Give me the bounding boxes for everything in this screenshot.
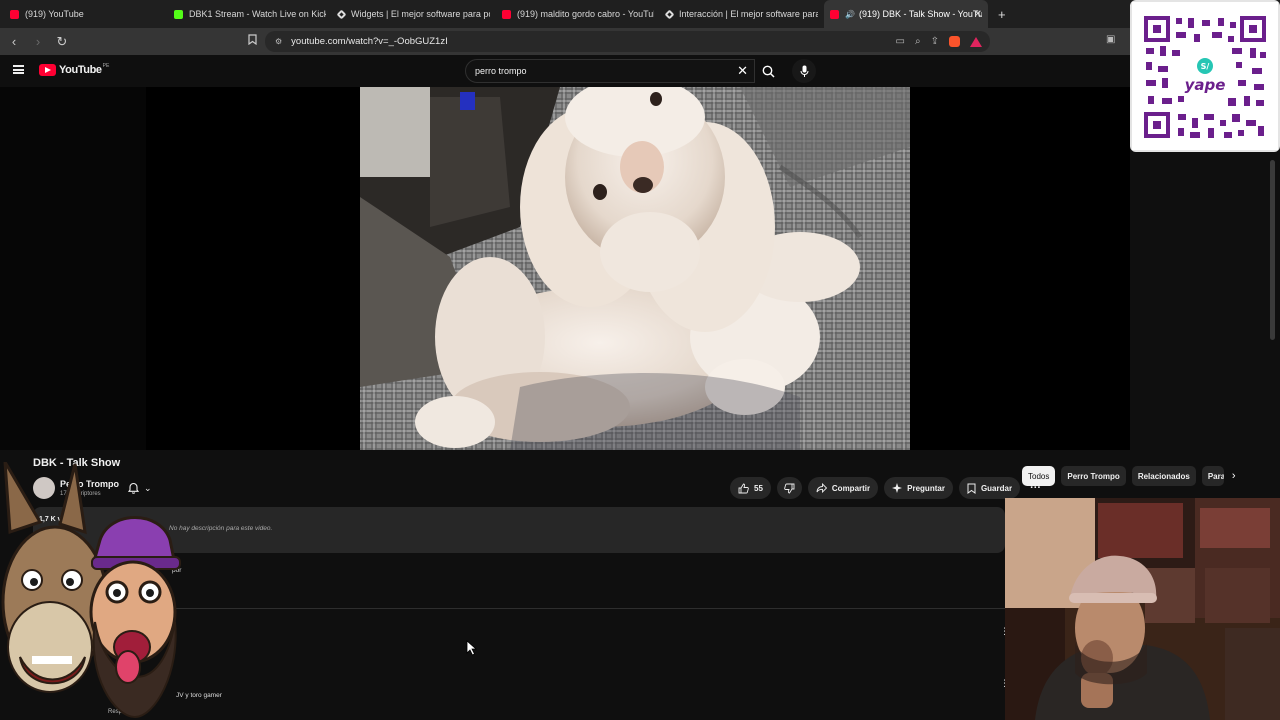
thumbs-down-icon (784, 483, 795, 493)
tab-label: Interacción | El mejor software para p (679, 9, 818, 19)
search-button[interactable] (755, 59, 781, 83)
bookmark-icon[interactable] (248, 34, 257, 48)
tab-label: Widgets | El mejor software para pot (351, 9, 490, 19)
forward-arrow-icon[interactable]: › (28, 34, 48, 49)
right-rail (1130, 152, 1280, 452)
brave-rewards-icon[interactable] (970, 36, 982, 47)
tab-close-icon[interactable]: ✕ (974, 9, 982, 20)
search-icon (762, 65, 775, 78)
url-text: youtube.com/watch?v=_-OobGUZ1zI (291, 36, 448, 47)
streamer-webcam (1005, 498, 1280, 720)
video-actions: 55 Compartir Preguntar Guardar ··· (730, 477, 1045, 499)
video-frame-poodle[interactable] (360, 87, 910, 450)
voice-search-button[interactable] (792, 59, 816, 83)
back-arrow-icon[interactable]: ‹ (4, 34, 24, 49)
bookmark-icon (967, 483, 976, 494)
youtube-favicon-icon (502, 9, 511, 19)
svg-text:S/: S/ (1201, 62, 1210, 71)
address-bar-actions: ▭ ⌕ ⇪ (896, 31, 982, 52)
browser-toolbar: ‹ › ↻ ⚙ youtube.com/watch?v=_-OobGUZ1zI … (0, 28, 1130, 55)
chip-related[interactable]: Relacionados (1131, 466, 1196, 486)
youtube-play-icon (39, 64, 56, 76)
zoom-icon[interactable]: ⌕ (915, 36, 921, 47)
donkey-mascot-overlay (0, 461, 200, 720)
page-scrollbar[interactable] (1270, 160, 1275, 340)
save-label: Guardar (980, 483, 1013, 493)
browser-tab[interactable]: DBK1 Stream - Watch Live on Kick (168, 0, 332, 28)
reload-icon[interactable]: ↻ (52, 34, 72, 50)
share-button[interactable]: Compartir (807, 477, 879, 499)
widgets-favicon-icon (664, 9, 675, 19)
ask-label: Preguntar (907, 483, 945, 493)
reader-mode-icon[interactable]: ▭ (896, 36, 905, 47)
address-bar[interactable]: ⚙ youtube.com/watch?v=_-OobGUZ1zI ▭ ⌕ ⇪ (265, 31, 990, 52)
chip-for-you[interactable]: Para ti (1201, 466, 1224, 486)
webcam-feed-image (1005, 498, 1280, 720)
tab-label: DBK1 Stream - Watch Live on Kick (189, 9, 326, 19)
tab-label: (919) maldito gordo cabro - YouTube (517, 9, 654, 19)
sidebar-toggle-icon[interactable]: ▣ (1106, 34, 1115, 45)
site-info-icon[interactable]: ⚙ (275, 37, 282, 46)
chip-all[interactable]: Todos (1022, 466, 1056, 486)
like-button[interactable]: 55 (730, 477, 771, 499)
browser-tab[interactable]: (919) YouTube (4, 0, 168, 28)
thumbs-up-icon (738, 483, 749, 493)
like-count: 55 (754, 483, 763, 493)
kick-favicon-icon (174, 9, 183, 19)
new-tab-button[interactable]: + (998, 7, 1006, 22)
ask-button[interactable]: Preguntar (884, 477, 953, 499)
video-player[interactable] (0, 87, 1130, 450)
tab-label: (919) YouTube (25, 9, 84, 19)
search-input[interactable]: perro trompo ✕ (465, 59, 755, 83)
country-code: PE (102, 63, 110, 69)
sparkle-icon (892, 483, 903, 493)
microphone-icon (800, 65, 808, 77)
widgets-favicon-icon (336, 9, 347, 19)
recommendation-chips: Todos Perro Trompo Relacionados Para ti … (1022, 466, 1236, 486)
youtube-favicon-icon (830, 9, 839, 19)
cartoon-mascot-image (1, 461, 181, 719)
browser-tab[interactable]: Widgets | El mejor software para pot (332, 0, 496, 28)
youtube-favicon-icon (10, 9, 19, 19)
browser-tab-strip: (919) YouTube DBK1 Stream - Watch Live o… (0, 0, 1280, 28)
tab-label: (919) DBK - Talk Show - YouTu (858, 9, 982, 19)
share-icon (816, 483, 827, 493)
chip-perro-trompo[interactable]: Perro Trompo (1061, 466, 1126, 486)
clear-search-icon[interactable]: ✕ (737, 63, 748, 79)
screen: (919) YouTube DBK1 Stream - Watch Live o… (0, 0, 1280, 720)
youtube-header: YouTube PE perro trompo ✕ (0, 55, 1130, 87)
audio-playing-icon[interactable]: 🔊 (845, 10, 855, 19)
browser-tab[interactable]: (919) maldito gordo cabro - YouTube (496, 0, 660, 28)
chevron-right-icon[interactable]: › (1232, 470, 1236, 482)
mouse-cursor-icon (466, 640, 478, 656)
poodle-image (360, 87, 910, 450)
youtube-logo[interactable]: YouTube PE (39, 63, 110, 76)
yape-qr-code: S/ yape (1130, 0, 1280, 152)
qr-code-icon: S/ yape (1132, 2, 1278, 150)
qr-brand: yape (1185, 76, 1226, 94)
brave-shields-icon[interactable] (949, 36, 960, 47)
browser-tab[interactable]: Interacción | El mejor software para p (660, 0, 824, 28)
share-label: Compartir (831, 483, 871, 493)
player-margin (0, 87, 146, 450)
save-button[interactable]: Guardar (958, 477, 1021, 499)
dislike-button[interactable] (776, 477, 802, 499)
share-page-icon[interactable]: ⇪ (931, 36, 939, 47)
browser-tab-active[interactable]: 🔊 (919) DBK - Talk Show - YouTu ✕ (824, 0, 988, 28)
search-value: perro trompo (475, 66, 527, 76)
hamburger-menu-icon[interactable] (13, 65, 24, 74)
logo-text: YouTube (59, 64, 102, 76)
